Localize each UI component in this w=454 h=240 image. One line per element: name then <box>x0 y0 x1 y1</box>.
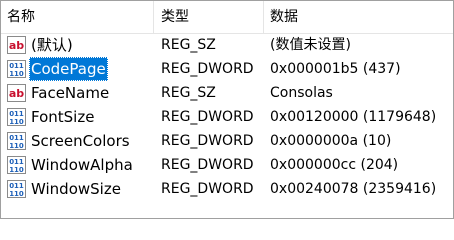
table-row[interactable]: 011 110 CodePage REG_DWORD 0x000001b5 (4… <box>1 57 453 81</box>
binary-value-icon: 011 110 <box>7 132 26 150</box>
svg-text:ab: ab <box>9 39 24 52</box>
value-type: REG_DWORD <box>161 181 254 197</box>
binary-value-icon: 011 110 <box>7 180 26 198</box>
value-type: REG_DWORD <box>161 133 254 149</box>
value-type: REG_SZ <box>161 85 216 101</box>
value-data: 0x00120000 (1179648) <box>270 109 437 125</box>
value-data: Consolas <box>270 85 333 101</box>
table-row[interactable]: 011 110 ScreenColors REG_DWORD 0x0000000… <box>1 129 453 153</box>
table-row[interactable]: 011 110 WindowAlpha REG_DWORD 0x000000cc… <box>1 153 453 177</box>
svg-text:110: 110 <box>9 70 24 78</box>
svg-text:011: 011 <box>9 62 24 70</box>
value-data: (数值未设置) <box>270 37 351 53</box>
value-name: (默认) <box>31 36 73 54</box>
binary-value-icon: 011 110 <box>7 156 26 174</box>
svg-text:011: 011 <box>9 110 24 118</box>
value-type: REG_DWORD <box>161 157 254 173</box>
value-name: CodePage <box>29 57 108 81</box>
svg-text:011: 011 <box>9 158 24 166</box>
svg-text:011: 011 <box>9 182 24 190</box>
svg-text:ab: ab <box>9 87 24 100</box>
value-name: WindowSize <box>31 180 121 198</box>
value-data: 0x00240078 (2359416) <box>270 181 437 197</box>
svg-text:110: 110 <box>9 190 24 198</box>
table-row[interactable]: ab (默认) REG_SZ (数值未设置) <box>1 33 453 57</box>
value-data: 0x000001b5 (437) <box>270 61 401 77</box>
registry-value-list: 名称 类型 数据 ab (默认) REG_SZ (数值未设置) 011 110 … <box>0 0 454 219</box>
column-header-type[interactable]: 类型 <box>154 1 264 33</box>
svg-text:110: 110 <box>9 118 24 126</box>
binary-value-icon: 011 110 <box>7 108 26 126</box>
svg-text:011: 011 <box>9 134 24 142</box>
svg-text:110: 110 <box>9 166 24 174</box>
value-name: ScreenColors <box>31 132 130 150</box>
table-row[interactable]: 011 110 WindowSize REG_DWORD 0x00240078 … <box>1 177 453 201</box>
value-name: FontSize <box>31 108 95 126</box>
column-header-bar: 名称 类型 数据 <box>1 1 453 34</box>
value-name: FaceName <box>31 84 110 102</box>
value-name: WindowAlpha <box>31 156 133 174</box>
table-row[interactable]: 011 110 FontSize REG_DWORD 0x00120000 (1… <box>1 105 453 129</box>
value-type: REG_DWORD <box>161 61 254 77</box>
value-type: REG_DWORD <box>161 109 254 125</box>
binary-value-icon: 011 110 <box>7 60 26 78</box>
value-type: REG_SZ <box>161 37 216 53</box>
svg-text:110: 110 <box>9 142 24 150</box>
column-header-data[interactable]: 数据 <box>264 1 453 33</box>
value-data: 0x000000cc (204) <box>270 157 399 173</box>
value-data: 0x0000000a (10) <box>270 133 392 149</box>
table-row[interactable]: ab FaceName REG_SZ Consolas <box>1 81 453 105</box>
string-value-icon: ab <box>7 84 26 102</box>
column-header-name[interactable]: 名称 <box>1 1 154 33</box>
string-value-icon: ab <box>7 36 26 54</box>
